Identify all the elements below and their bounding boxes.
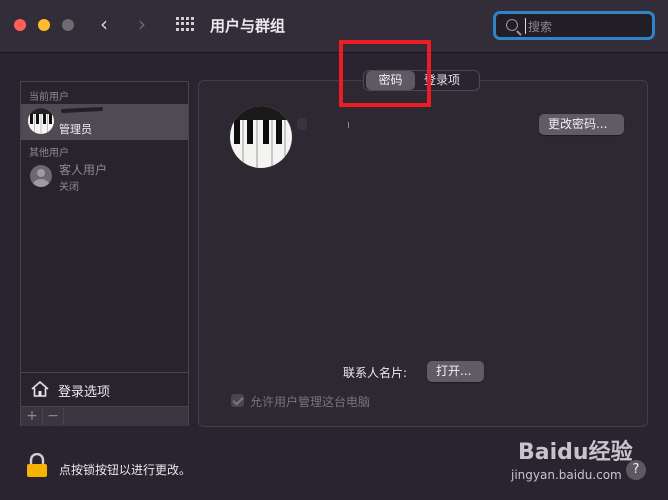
zoom-window-button[interactable] <box>62 19 74 31</box>
redacted-name-mark <box>348 122 349 128</box>
back-button[interactable]: ‹ <box>100 12 108 36</box>
redacted-username <box>60 106 104 114</box>
current-users-header: 当前用户 <box>29 92 69 103</box>
contact-card-label: 联系人名片: <box>343 366 408 380</box>
lock-instruction-text: 点按锁按钮以进行更改。 <box>59 463 192 477</box>
redacted-full-name <box>297 118 307 130</box>
open-contact-button[interactable]: 打开... <box>427 361 484 382</box>
piano-avatar-icon <box>28 108 54 134</box>
allow-admin-checkbox[interactable] <box>231 394 244 407</box>
user-avatar-icon[interactable] <box>230 106 292 168</box>
search-input[interactable] <box>526 16 650 38</box>
add-remove-bar: + − <box>21 406 188 426</box>
forward-button[interactable]: › <box>138 12 146 36</box>
show-all-grid-icon[interactable] <box>176 17 194 31</box>
guest-user-name: 客人用户 <box>59 163 108 177</box>
lock-icon[interactable] <box>26 453 48 477</box>
search-icon <box>506 19 518 31</box>
add-user-button[interactable]: + <box>22 408 43 425</box>
other-users-header: 其他用户 <box>29 148 69 159</box>
title-bar: ‹ › 用户与群组 <box>0 0 668 53</box>
user-list-item-admin[interactable]: 管理员 <box>21 104 188 140</box>
baidu-watermark-logo: Baidu经验 <box>518 440 633 465</box>
search-field[interactable] <box>493 11 655 40</box>
login-options-label: 登录选项 <box>58 385 111 400</box>
allow-admin-label: 允许用户管理这台电脑 <box>250 395 371 409</box>
user-list-pane: 当前用户 管理员 其他用户 客人用户 关闭 登录选项 + − <box>20 81 189 426</box>
close-window-button[interactable] <box>14 19 26 31</box>
admin-role-label: 管理员 <box>59 123 92 136</box>
baidu-watermark-url: jingyan.baidu.com <box>511 468 622 482</box>
login-options-item[interactable]: 登录选项 <box>21 372 188 407</box>
remove-user-button[interactable]: − <box>43 408 64 425</box>
help-button[interactable]: ? <box>626 460 646 480</box>
change-password-button[interactable]: 更改密码... <box>539 114 624 135</box>
home-icon <box>31 381 49 397</box>
guest-user-status: 关闭 <box>59 182 79 193</box>
minimize-window-button[interactable] <box>38 19 50 31</box>
guest-user-icon <box>30 165 52 187</box>
annotation-highlight-box <box>339 40 431 107</box>
window-title: 用户与群组 <box>210 17 286 35</box>
